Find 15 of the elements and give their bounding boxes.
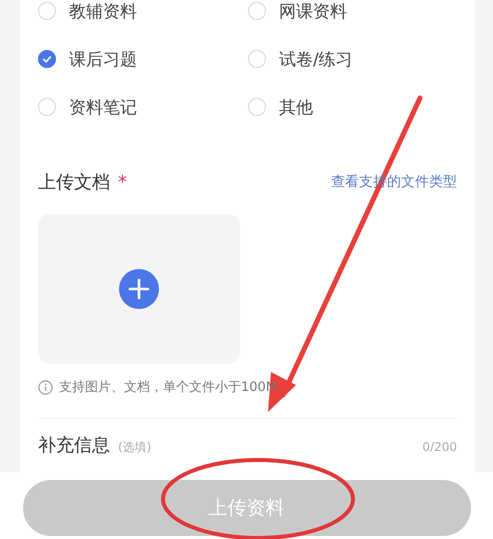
character-counter: 0/200 xyxy=(422,440,457,454)
option-label: 试卷/练习 xyxy=(279,48,353,70)
info-icon xyxy=(38,380,53,394)
option-label: 教辅资料 xyxy=(69,0,137,22)
upload-area[interactable] xyxy=(38,214,240,364)
option-label: 课后习题 xyxy=(69,48,137,70)
optional-hint: (选填) xyxy=(118,439,152,456)
section-title: 补充信息 xyxy=(38,434,110,457)
required-mark: * xyxy=(118,172,127,193)
radio-button[interactable] xyxy=(38,50,56,68)
option-label: 资料笔记 xyxy=(69,96,137,118)
option-label: 网课资料 xyxy=(279,0,347,22)
add-icon[interactable] xyxy=(119,269,159,309)
option-label: 其他 xyxy=(279,96,313,118)
section-title: 上传文档 xyxy=(38,171,110,194)
